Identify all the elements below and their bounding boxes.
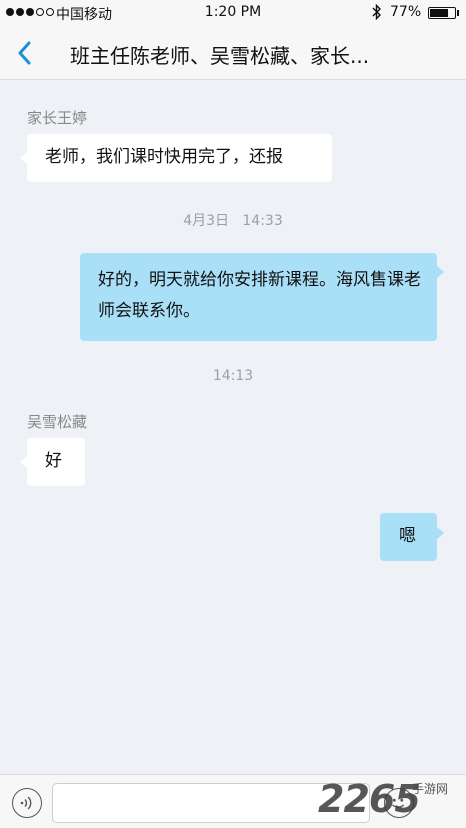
watermark-subtext: 手游网 (412, 782, 449, 796)
message-text: 老师，我们课时快用完了，还报 (45, 147, 283, 167)
sender-name: 家长王婷 (27, 109, 88, 127)
nav-bar: 班主任陈老师、吴雪松藏、家长... (0, 26, 466, 80)
battery-percent: 77% (390, 4, 422, 20)
message-bubble-outgoing[interactable]: 嗯 (380, 513, 437, 561)
message-text: 嗯 (399, 526, 416, 546)
bubble-tail (437, 266, 444, 278)
message-bubble-incoming[interactable]: 老师，我们课时快用完了，还报 (27, 134, 332, 182)
message-timestamp: 4月3日 14:33 (183, 213, 283, 229)
voice-icon (20, 796, 32, 810)
status-bar: 中国移动 1:20 PM 77% (0, 0, 466, 26)
bubble-tail (20, 152, 27, 164)
watermark-logo: 2265 (318, 777, 421, 821)
page-title: 班主任陈老师、吴雪松藏、家长... (70, 44, 370, 68)
bluetooth-icon (372, 3, 382, 25)
battery-tip (457, 10, 459, 16)
message-timestamp: 14:13 (212, 368, 254, 384)
back-button[interactable] (14, 39, 36, 67)
bubble-tail (20, 456, 27, 468)
battery-icon (428, 7, 456, 19)
message-text: 好 (45, 451, 62, 471)
voice-button[interactable] (12, 788, 42, 818)
chevron-left-icon (18, 41, 31, 65)
sender-name: 吴雪松藏 (27, 413, 88, 431)
battery-fill (430, 9, 448, 17)
message-text: 好的，明天就给你安排新课程。海风售课老师会联系你。 (98, 270, 421, 321)
bubble-tail (437, 527, 444, 539)
message-bubble-incoming[interactable]: 好 (27, 438, 85, 486)
message-bubble-outgoing[interactable]: 好的，明天就给你安排新课程。海风售课老师会联系你。 (80, 253, 437, 341)
